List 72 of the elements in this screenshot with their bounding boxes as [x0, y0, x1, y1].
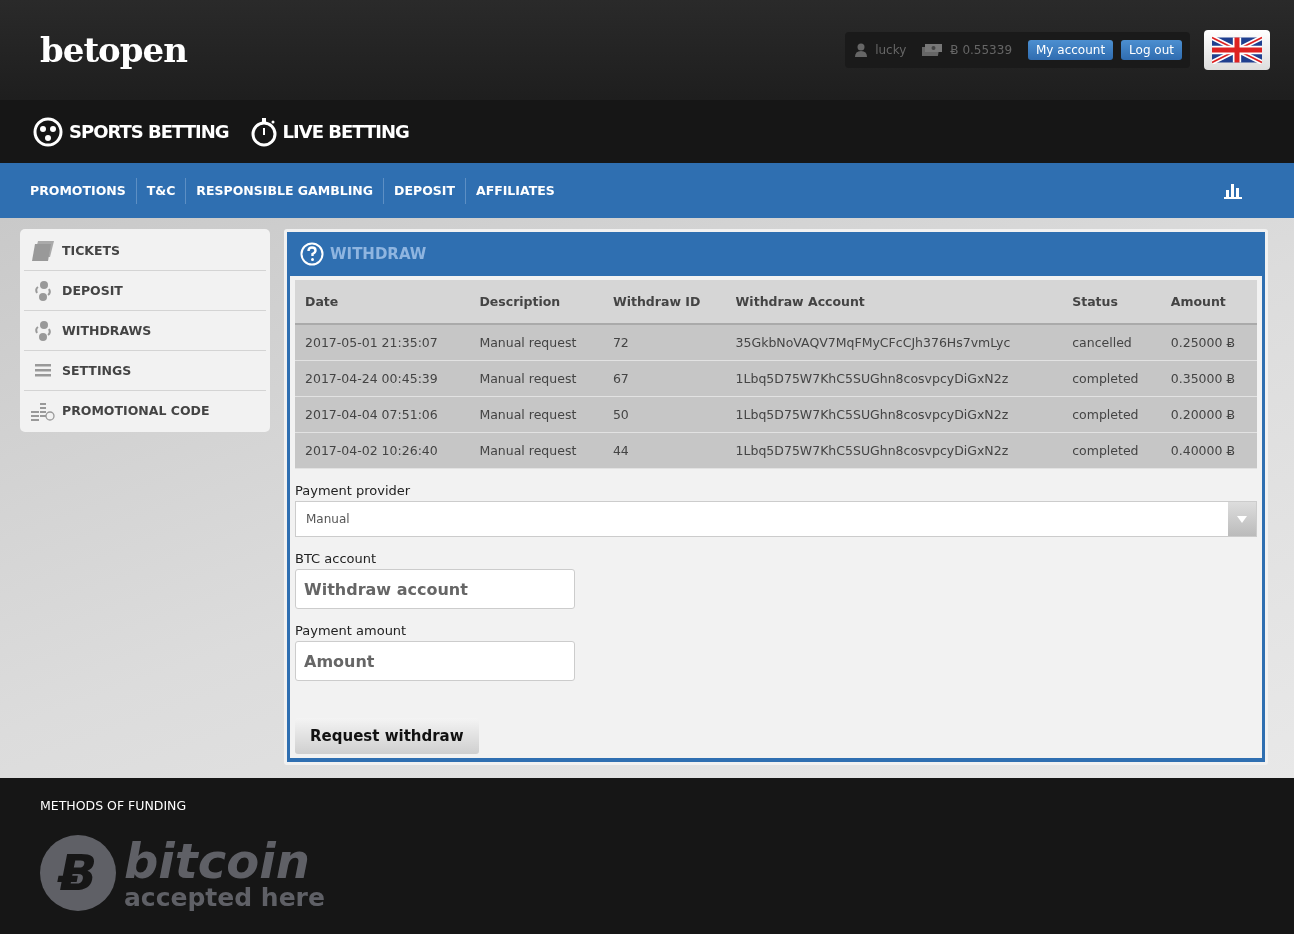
table-cell: 2017-05-01 21:35:07 — [295, 324, 470, 361]
amount-field[interactable]: Amount — [295, 641, 575, 681]
site-logo[interactable]: betopen — [40, 30, 187, 70]
ball-icon — [33, 116, 63, 147]
sidebar-item[interactable]: WITHDRAWS — [24, 311, 266, 351]
table-cell: 67 — [602, 360, 726, 397]
table-cell: cancelled — [1062, 324, 1161, 361]
tickets-icon — [32, 240, 54, 261]
btc-account-field[interactable]: Withdraw account — [295, 569, 575, 609]
main-nav-link[interactable]: LIVE BETTING — [250, 116, 409, 147]
table-cell: Manual request — [469, 396, 603, 433]
table-cell: 1Lbq5D75W7KhC5SUGhn8cosvpcyDiGxN2z — [725, 360, 1063, 397]
column-header: Withdraw Account — [725, 280, 1063, 324]
table-cell: Manual request — [469, 432, 603, 469]
column-header: Description — [469, 280, 603, 324]
exchange-icon — [33, 320, 53, 341]
table-cell: completed — [1062, 432, 1161, 469]
stopwatch-icon — [250, 116, 277, 147]
header-button[interactable]: My account — [1028, 40, 1114, 60]
table-cell: 50 — [602, 396, 726, 433]
field-label: BTC account — [295, 551, 377, 566]
banknote-icon — [922, 44, 943, 56]
balance: Ƀ 0.55339 — [950, 43, 1012, 57]
table-cell: 0.40000 Ƀ — [1160, 432, 1257, 469]
column-header: Status — [1062, 280, 1161, 324]
table-cell: 0.35000 Ƀ — [1160, 360, 1257, 397]
bitcoin-wordmark: bitcoin — [124, 836, 310, 885]
coins-icon — [31, 400, 55, 421]
language-flag-button[interactable] — [1204, 30, 1270, 70]
sub-nav-link[interactable]: AFFILIATES — [465, 183, 565, 198]
username: lucky — [875, 43, 907, 57]
table-cell: 2017-04-04 07:51:06 — [295, 396, 470, 433]
sub-nav-link[interactable]: DEPOSIT — [384, 183, 465, 198]
field-label: Payment provider — [295, 483, 411, 498]
union-flag-icon — [1212, 36, 1262, 64]
dropdown-caret-icon — [1237, 515, 1247, 523]
table-cell: Manual request — [469, 360, 603, 397]
sidebar-item[interactable]: DEPOSIT — [24, 271, 266, 311]
table-cell: 1Lbq5D75W7KhC5SUGhn8cosvpcyDiGxN2z — [725, 432, 1063, 469]
table-cell: 44 — [602, 432, 726, 469]
provider-select[interactable]: Manual — [295, 501, 1257, 537]
bar-chart-icon[interactable] — [1224, 182, 1242, 199]
table-cell: 0.25000 Ƀ — [1160, 324, 1257, 361]
table-cell: completed — [1062, 396, 1161, 433]
main-nav-link[interactable]: SPORTS BETTING — [33, 116, 229, 147]
sidebar-item[interactable]: SETTINGS — [24, 351, 266, 391]
sidebar-item[interactable]: TICKETS — [24, 231, 266, 271]
column-header: Date — [295, 280, 470, 324]
column-header: Withdraw ID — [602, 280, 726, 324]
bitcoin-coin-icon: Ƀ — [40, 835, 116, 911]
header-button[interactable]: Log out — [1121, 40, 1182, 60]
table-cell: Manual request — [469, 324, 603, 361]
table-cell: completed — [1062, 360, 1161, 397]
table-cell: 2017-04-02 10:26:40 — [295, 432, 470, 469]
menu-icon — [35, 364, 51, 377]
user-icon — [855, 43, 868, 57]
exchange-icon — [33, 280, 53, 301]
badge-tagline: accepted here — [124, 884, 325, 910]
column-header: Amount — [1160, 280, 1257, 324]
table-cell: 35GkbNoVAQV7MqFMyCFcCJh376Hs7vmLyc — [725, 324, 1063, 361]
help-icon[interactable] — [300, 242, 324, 266]
sub-nav-link[interactable]: RESPONSIBLE GAMBLING — [186, 183, 384, 198]
panel-title: WITHDRAW — [330, 245, 427, 263]
field-label: Payment amount — [295, 623, 407, 638]
footer-title: METHODS OF FUNDING — [40, 798, 188, 813]
table-cell: 2017-04-24 00:45:39 — [295, 360, 470, 397]
table-cell: 1Lbq5D75W7KhC5SUGhn8cosvpcyDiGxN2z — [725, 396, 1063, 433]
table-cell: 0.20000 Ƀ — [1160, 396, 1257, 433]
sidebar-item[interactable]: PROMOTIONAL CODE — [24, 391, 266, 430]
sub-nav-link[interactable]: PROMOTIONS — [20, 183, 136, 198]
sub-nav-link[interactable]: T&C — [136, 183, 186, 198]
table-cell: 72 — [602, 324, 726, 361]
